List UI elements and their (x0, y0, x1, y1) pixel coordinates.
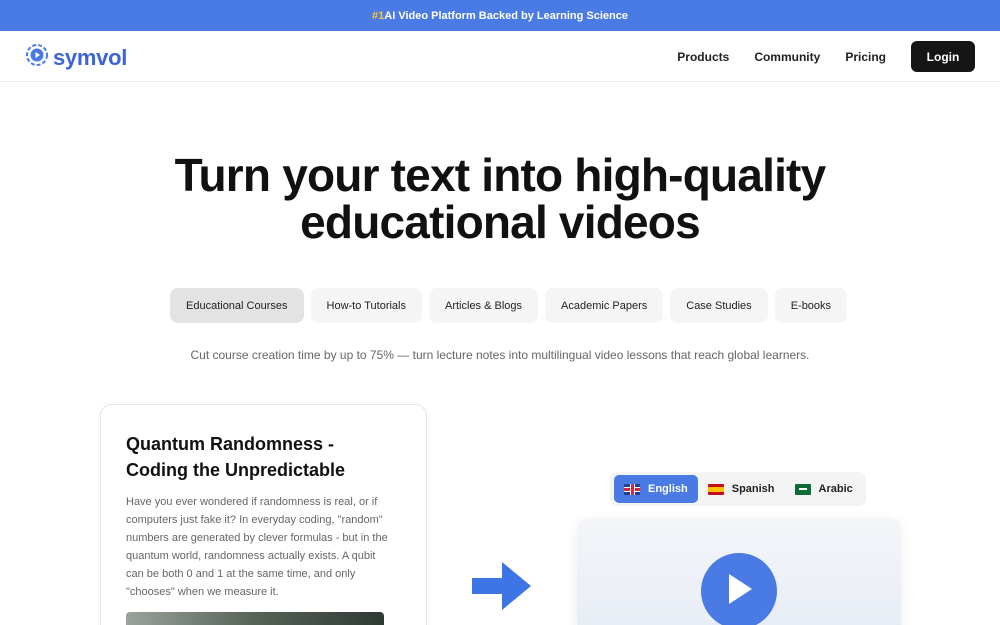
uk-flag-icon (624, 483, 640, 495)
lang-english-label: English (648, 483, 688, 495)
tab-case-studies[interactable]: Case Studies (670, 288, 768, 323)
banner-text: AI Video Platform Backed by Learning Sci… (384, 9, 628, 22)
hero-subtitle: Cut course creation time by up to 75% — … (190, 348, 810, 362)
logo-text: symvol (53, 44, 128, 70)
login-button[interactable]: Login (911, 41, 975, 72)
nav-community[interactable]: Community (754, 50, 820, 64)
main-nav: Products Community Pricing Login (677, 41, 975, 72)
nav-pricing[interactable]: Pricing (845, 50, 886, 64)
banner-highlight: #1 (372, 9, 385, 22)
announcement-banner[interactable]: #1 AI Video Platform Backed by Learning … (0, 0, 1000, 31)
logo[interactable]: symvol (25, 43, 127, 72)
lang-english[interactable]: English (614, 475, 698, 503)
symvol-logo-icon (25, 43, 49, 72)
lang-arabic[interactable]: Arabic (785, 475, 863, 503)
saudi-flag-icon (794, 483, 811, 495)
lang-spanish[interactable]: Spanish (698, 475, 785, 503)
example-image (126, 612, 384, 625)
example-text-card: Quantum Randomness - Coding the Unpredic… (100, 404, 427, 625)
nav-products[interactable]: Products (677, 50, 729, 64)
hero-title-line2: educational videos (300, 196, 701, 248)
example-body: Have you ever wondered if randomness is … (126, 496, 388, 598)
tab-academic-papers[interactable]: Academic Papers (545, 288, 664, 323)
play-icon (724, 572, 754, 611)
arrow-right-icon (472, 561, 532, 611)
tab-how-to-tutorials[interactable]: How-to Tutorials (310, 288, 422, 323)
tab-articles-blogs[interactable]: Articles & Blogs (429, 288, 539, 323)
lang-arabic-label: Arabic (818, 483, 853, 495)
tab-educational-courses[interactable]: Educational Courses (170, 288, 304, 323)
content-type-tabs: Educational Courses How-to Tutorials Art… (170, 288, 848, 323)
hero-title-line1: Turn your text into high-quality (174, 149, 827, 201)
example-title: Quantum Randomness - Coding the Unpredic… (126, 434, 346, 480)
lang-spanish-label: Spanish (731, 483, 775, 495)
tab-e-books[interactable]: E-books (774, 288, 848, 323)
site-header: symvol Products Community Pricing Login (0, 31, 1000, 82)
hero-title: Turn your text into high-quality educati… (0, 152, 1000, 246)
spain-flag-icon (707, 483, 724, 495)
play-button[interactable] (701, 553, 777, 625)
language-switcher: English Spanish Arabic (610, 472, 866, 506)
video-preview[interactable] (577, 518, 901, 625)
